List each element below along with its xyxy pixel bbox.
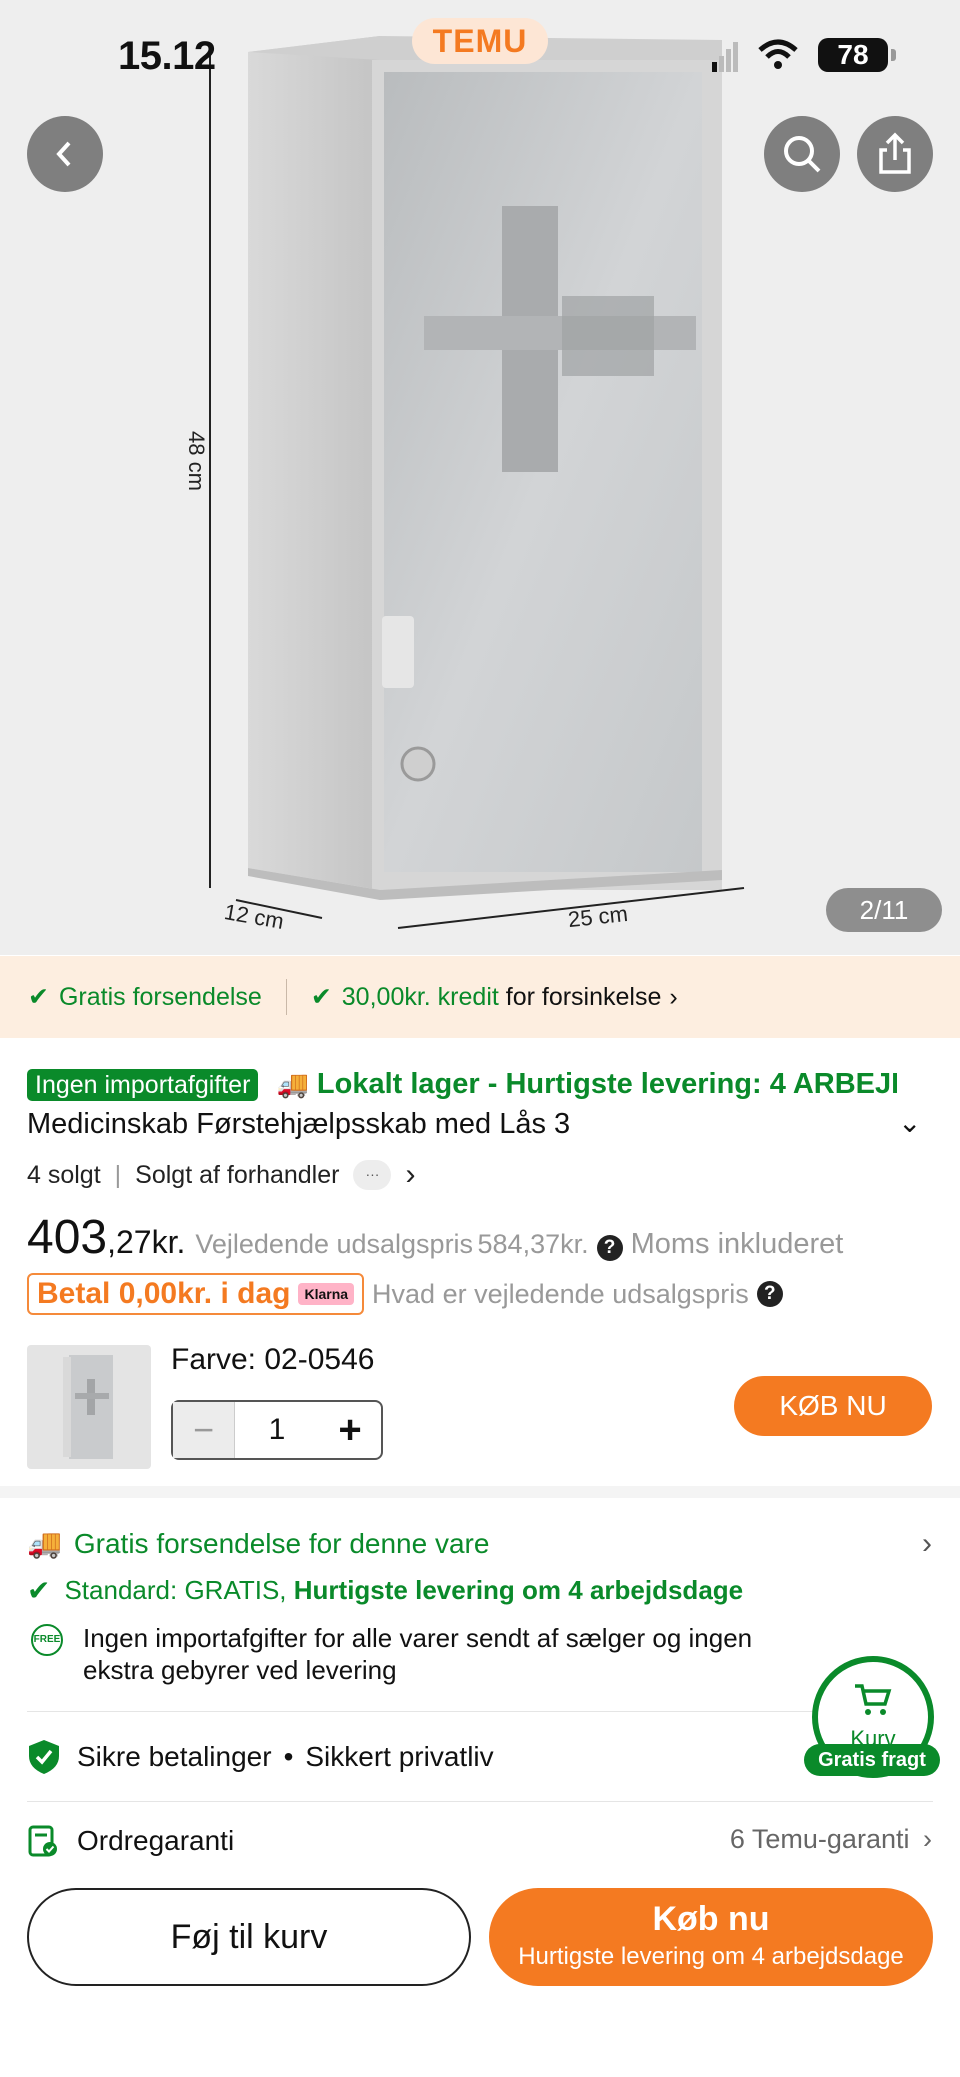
divider	[27, 1711, 933, 1712]
truck-icon: 🚚	[27, 1528, 62, 1559]
temu-logo: TEMU	[412, 18, 548, 64]
divider	[27, 1801, 933, 1802]
chevron-right-icon: ›	[669, 982, 678, 1011]
dim-height-label: 48 cm	[183, 431, 209, 491]
check-icon: ✔	[310, 983, 332, 1011]
product-title: Medicinskab Førstehjælpsskab med Lås 3	[27, 1108, 571, 1140]
bullet: •	[283, 1741, 294, 1772]
divider	[285, 979, 287, 1015]
shipping-banner[interactable]: ✔ Gratis forsendelse ✔ 30,00kr. kredit f…	[0, 956, 960, 1038]
back-button[interactable]	[27, 116, 103, 192]
sold-row[interactable]: 4 solgt | Solgt af forhandler ··· ›	[27, 1158, 415, 1192]
delivery-title: Gratis forsendelse for denne vare	[73, 1527, 490, 1559]
variant-image	[63, 1355, 113, 1459]
search-icon	[784, 136, 821, 173]
klarna-logo: Klarna	[298, 1283, 355, 1305]
quantity-value: 1	[268, 1413, 286, 1446]
price-decimals: ,27kr.	[107, 1224, 186, 1260]
color-label: Farve: 02-0546	[171, 1343, 375, 1376]
delivery-row[interactable]: 🚚 Gratis forsendelse for denne vare	[27, 1527, 489, 1560]
order-guarantee-value-row[interactable]: 6 Temu-garanti ›	[730, 1824, 932, 1855]
chevron-right-icon: ›	[923, 1824, 932, 1854]
truck-icon: 🚚	[276, 1069, 309, 1099]
expand-title-icon[interactable]: ⌄	[898, 1106, 921, 1139]
buy-now-small-button[interactable]: KØB NU	[734, 1376, 932, 1436]
credit-suffix: for forsinkelse	[505, 982, 662, 1011]
share-icon	[879, 132, 911, 174]
decrease-button[interactable]: −	[173, 1402, 235, 1458]
klarna-row[interactable]: Betal 0,00kr. i dag Klarna Hvad er vejle…	[27, 1273, 791, 1315]
standard-prefix: Standard: GRATIS,	[64, 1575, 287, 1605]
import-note-row: FREE Ingen importafgifter for alle varer…	[27, 1622, 907, 1686]
check-icon: ✔	[27, 1575, 51, 1606]
order-guarantee-icon	[28, 1825, 57, 1857]
product-title-block[interactable]: Ingen importafgifter 🚚 Lokalt lager - Hu…	[27, 1062, 937, 1107]
check-icon: ✔	[28, 983, 49, 1011]
free-freight-badge: Gratis fragt	[804, 1744, 940, 1776]
battery-indicator: 78	[818, 38, 896, 72]
chevron-right-icon[interactable]: ›	[922, 1527, 932, 1561]
rrp-label: Vejledende udsalgspris	[195, 1229, 474, 1259]
klarna-offer[interactable]: Betal 0,00kr. i dag Klarna	[27, 1273, 365, 1315]
chevron-right-icon: ›	[405, 1158, 416, 1191]
import-tag: Ingen importafgifter	[27, 1069, 259, 1101]
status-time: 15.12	[118, 34, 216, 78]
credit-amount: 30,00kr. kredit	[341, 982, 499, 1011]
seller-badge: ···	[353, 1160, 392, 1190]
chevron-left-icon	[56, 141, 71, 167]
klarna-text: Betal 0,00kr. i dag	[37, 1277, 291, 1310]
bottom-action-bar: Føj til kurv Køb nu Hurtigste levering o…	[0, 1872, 960, 2077]
product-image-carousel[interactable]: 48 cm 12 cm 25 cm 15.12 TEMU 78 2/11	[0, 0, 960, 955]
local-stock-text: Lokalt lager - Hurtigste levering: 4 ARB…	[316, 1068, 897, 1100]
buy-now-label: Køb nu	[652, 1900, 770, 1938]
price-main: 403	[27, 1211, 108, 1264]
divider: |	[114, 1160, 122, 1189]
help-icon[interactable]: ?	[596, 1235, 623, 1261]
import-note: Ingen importafgifter for alle varer send…	[83, 1623, 753, 1685]
buy-now-button[interactable]: Køb nu Hurtigste levering om 4 arbejdsda…	[489, 1888, 933, 1986]
standard-row: ✔ Standard: GRATIS, Hurtigste levering o…	[27, 1574, 743, 1607]
order-guarantee-value: 6 Temu-garanti	[729, 1824, 910, 1854]
image-counter: 2/11	[826, 888, 942, 932]
standard-bold: Hurtigste levering om 4 arbejdsdage	[293, 1575, 744, 1605]
cart-icon	[855, 1684, 892, 1715]
order-guarantee-row[interactable]: Ordregaranti	[27, 1824, 234, 1858]
shield-icon	[29, 1740, 59, 1774]
seller-text: Solgt af forhandler	[135, 1160, 340, 1189]
share-button[interactable]	[857, 116, 933, 192]
price-row: 403 ,27kr. Vejledende udsalgspris 584,37…	[27, 1210, 843, 1265]
variant-thumbnail[interactable]	[27, 1345, 151, 1469]
sold-count: 4 solgt	[27, 1160, 101, 1189]
quantity-stepper[interactable]: − 1 +	[171, 1400, 383, 1460]
rrp-question: Hvad er vejledende udsalgspris	[372, 1278, 749, 1309]
rrp-value: 584,37kr.	[477, 1229, 589, 1259]
free-shipping-text: Gratis forsendelse	[58, 982, 262, 1011]
free-icon: FREE	[31, 1624, 63, 1656]
help-icon[interactable]: ?	[756, 1281, 783, 1307]
section-gap	[0, 1486, 960, 1498]
add-to-cart-button[interactable]: Føj til kurv	[27, 1888, 471, 1986]
vat-note: Moms inkluderet	[630, 1228, 844, 1260]
product-title-line: Medicinskab Førstehjælpsskab med Lås 3	[27, 1102, 887, 1146]
wifi-icon	[758, 39, 798, 69]
order-guarantee-label: Ordregaranti	[77, 1825, 235, 1856]
secure-payments: Sikre betalinger	[77, 1741, 272, 1772]
signal-icon	[712, 42, 738, 72]
buy-now-sublabel: Hurtigste levering om 4 arbejdsdage	[518, 1943, 904, 1970]
search-button[interactable]	[764, 116, 840, 192]
security-row[interactable]: Sikre betalinger • Sikkert privatliv	[27, 1738, 494, 1776]
increase-button[interactable]: +	[319, 1402, 381, 1458]
secure-privacy: Sikkert privatliv	[305, 1741, 494, 1772]
